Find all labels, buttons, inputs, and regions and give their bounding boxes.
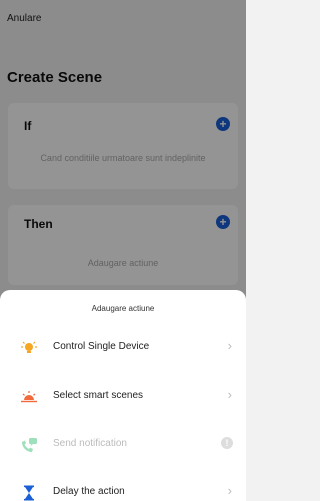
delay-action-item[interactable]: Delay the action › xyxy=(0,472,246,501)
send-notification-item[interactable]: Send notification ! xyxy=(0,424,246,464)
control-single-device-item[interactable]: Control Single Device › xyxy=(0,327,246,367)
sheet-title: Adaugare actiune xyxy=(91,304,155,313)
notification-icon xyxy=(20,437,38,453)
item-label: Control Single Device xyxy=(53,341,150,352)
chevron-right-icon: › xyxy=(227,483,232,498)
item-label: Select smart scenes xyxy=(53,390,144,401)
chevron-right-icon: › xyxy=(227,338,232,353)
sunset-icon xyxy=(20,389,38,405)
select-smart-scenes-item[interactable]: Select smart scenes › xyxy=(0,376,246,416)
info-icon[interactable]: ! xyxy=(221,437,233,449)
chevron-right-icon: › xyxy=(227,387,232,402)
item-label: Send notification xyxy=(53,438,127,449)
item-label: Delay the action xyxy=(53,486,125,497)
lightbulb-icon xyxy=(20,340,38,356)
add-action-sheet: Adaugare actiune Control Single Device › xyxy=(0,290,246,501)
hourglass-icon xyxy=(20,485,38,501)
